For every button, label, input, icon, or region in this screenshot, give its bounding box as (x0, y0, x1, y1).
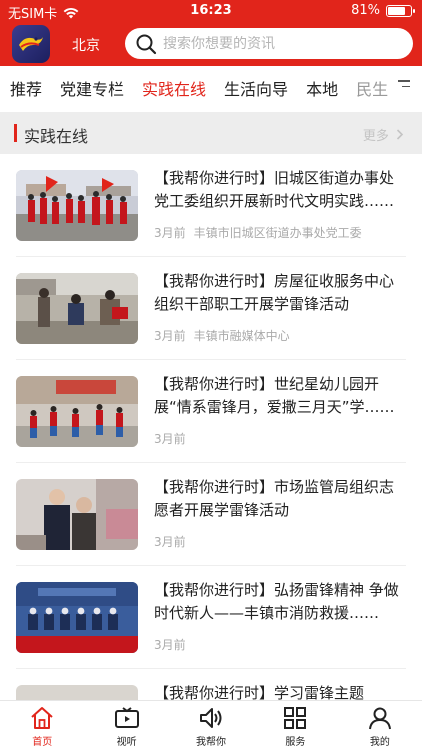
article-meta: 3月前 丰镇市融媒体中心 (154, 327, 290, 344)
article-thumbnail (16, 582, 138, 653)
article-thumbnail (16, 376, 138, 447)
article-thumbnail (16, 170, 138, 241)
list-item[interactable]: 【我帮你进行时】旧城区街道办事处党工委组织开展新时代文明实践…… 3月前 丰镇市旧… (16, 154, 406, 257)
tab-services-label: 服务 (285, 737, 306, 748)
tab-services[interactable]: 服务 (253, 701, 337, 750)
status-bar: 无SIM卡 16:23 81% (0, 0, 422, 22)
tab-video-label: 视听 (116, 737, 137, 748)
tab-help-you[interactable]: 我帮你 (169, 701, 253, 750)
article-time: 3月前 (154, 329, 186, 343)
tab-home-label: 首页 (32, 737, 53, 748)
tab-mine[interactable]: 我的 (338, 701, 422, 750)
app-header: 北京 (0, 22, 422, 66)
article-title: 【我帮你进行时】旧城区街道办事处党工委组织开展新时代文明实践…… (154, 169, 395, 210)
article-thumbnail (16, 479, 138, 550)
grid-icon (284, 707, 307, 729)
article-time: 3月前 (154, 226, 186, 240)
tv-icon (114, 707, 139, 728)
more-link[interactable]: 更多 (363, 125, 404, 144)
tab-practice-online[interactable]: 实践在线 (142, 76, 206, 100)
article-title: 【我帮你进行时】弘扬雷锋精神 争做时代新人——丰镇市消防救援…… (154, 581, 399, 622)
visit-elder-photo-icon (16, 479, 138, 550)
list-item[interactable]: 【我帮你进行时】弘扬雷锋精神 争做时代新人——丰镇市消防救援…… 3月前 (16, 566, 406, 669)
article-title: 【我帮你进行时】学习雷锋主题 (154, 684, 365, 700)
article-time: 3月前 (154, 432, 186, 446)
user-icon (368, 707, 391, 730)
list-item[interactable]: 【我帮你进行时】房屋征收服务中心组织干部职工开展学雷锋活动 3月前 丰镇市融媒体中… (16, 257, 406, 360)
home-icon (31, 707, 53, 729)
tab-mine-label: 我的 (369, 737, 390, 748)
kids-dance-photo-icon (16, 376, 138, 447)
status-right: 81% (351, 3, 415, 18)
article-meta: 3月前 丰镇市旧城区街道办事处党工委 (154, 224, 362, 241)
parade-photo-icon (16, 170, 138, 241)
search-icon (136, 34, 157, 54)
chevron-right-icon (396, 129, 404, 140)
more-label: 更多 (362, 129, 389, 144)
battery-icon (386, 4, 415, 17)
article-title: 【我帮你进行时】房屋征收服务中心组织干部职工开展学雷锋活动 (154, 272, 395, 313)
article-thumbnail (16, 685, 138, 700)
logo-icon (19, 37, 43, 51)
tab-local[interactable]: 本地 (306, 76, 338, 100)
article-thumbnail (16, 273, 138, 344)
tab-recommend[interactable]: 推荐 (10, 76, 42, 100)
article-meta: 3月前 (154, 636, 194, 653)
list-item[interactable]: 【我帮你进行时】学习雷锋主题 (16, 669, 406, 700)
article-meta: 3月前 (154, 430, 194, 447)
article-time: 3月前 (154, 535, 186, 549)
section-title: 实践在线 (24, 127, 89, 146)
article-source: 丰镇市旧城区街道办事处党工委 (193, 226, 362, 240)
tab-life-guide[interactable]: 生活向导 (224, 76, 288, 100)
article-title: 【我帮你进行时】市场监管局组织志愿者开展学雷锋活动 (154, 478, 395, 519)
tab-home[interactable]: 首页 (0, 701, 84, 750)
article-list: 【我帮你进行时】旧城区街道办事处党工委组织开展新时代文明实践…… 3月前 丰镇市旧… (0, 154, 422, 700)
section-marker (14, 124, 17, 142)
article-title: 【我帮你进行时】世纪星幼儿园开展“情系雷锋月，爱撒三月天”学…… (154, 375, 395, 416)
channel-tabs: 推荐 党建专栏 实践在线 生活向导 本地 民生 (0, 66, 422, 110)
tab-help-you-label: 我帮你 (196, 737, 227, 748)
article-meta: 3月前 (154, 533, 194, 550)
search-box[interactable] (125, 28, 413, 59)
fire-brigade-photo-icon (16, 582, 138, 653)
article-source: 丰镇市融媒体中心 (193, 329, 290, 343)
city-selector[interactable]: 北京 (72, 35, 100, 55)
tab-party-building[interactable]: 党建专栏 (60, 76, 124, 100)
battery-percent: 81% (351, 3, 380, 18)
section-header: 实践在线 更多 (0, 112, 422, 154)
partial-photo-icon (16, 685, 138, 700)
list-item[interactable]: 【我帮你进行时】世纪星幼儿园开展“情系雷锋月，爱撒三月天”学…… 3月前 (16, 360, 406, 463)
speaker-icon (200, 708, 222, 728)
channel-menu-icon[interactable] (394, 80, 410, 96)
article-time: 3月前 (154, 638, 186, 652)
list-item[interactable]: 【我帮你进行时】市场监管局组织志愿者开展学雷锋活动 3月前 (16, 463, 406, 566)
tab-livelihood[interactable]: 民生 (356, 76, 388, 100)
battery-fill (388, 6, 405, 15)
bottom-tab-bar: 首页 视听 我帮你 服务 我的 (0, 700, 422, 750)
app-logo[interactable] (12, 25, 50, 63)
haircut-photo-icon (16, 273, 138, 344)
tab-video[interactable]: 视听 (84, 701, 168, 750)
search-input[interactable] (163, 35, 403, 52)
